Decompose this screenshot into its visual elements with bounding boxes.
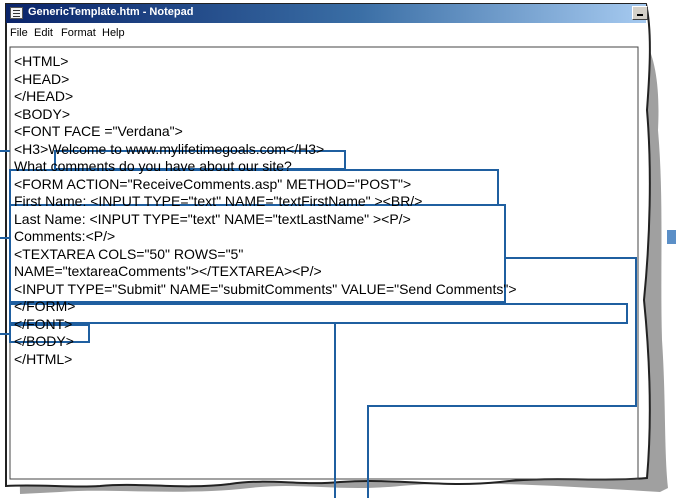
code-line: </BODY>: [14, 333, 74, 349]
window-titlebar[interactable]: GenericTemplate.htm - Notepad: [6, 4, 648, 23]
code-line: <FONT FACE ="Verdana">: [14, 123, 183, 139]
code-line: </HTML>: [14, 350, 73, 367]
code-line: What comments do you have about our site…: [14, 158, 292, 174]
menu-file[interactable]: File: [10, 27, 28, 39]
menu-edit[interactable]: Edit: [34, 27, 53, 39]
code-line: Last Name: <INPUT TYPE="text" NAME="text…: [14, 210, 411, 227]
code-line: <BODY>: [14, 105, 71, 122]
code-line: <TEXTAREA COLS="50" ROWS="5": [14, 245, 244, 262]
notepad-icon: [10, 7, 23, 19]
code-line: <HTML>: [14, 53, 69, 69]
menu-format[interactable]: Format: [61, 27, 96, 39]
menu-help[interactable]: Help: [102, 27, 125, 39]
code-line: First Name: <INPUT TYPE="text" NAME="tex…: [14, 193, 423, 209]
code-line: </HEAD>: [14, 88, 74, 104]
window-title: GenericTemplate.htm - Notepad: [28, 6, 194, 18]
code-line: <INPUT TYPE="Submit" NAME="submitComment…: [14, 280, 517, 297]
code-line: </FORM>: [14, 298, 76, 314]
notepad-text-area[interactable]: <HTML> <HEAD> </HEAD> <BODY> <FONT FACE …: [14, 53, 639, 453]
code-line: <H3>Welcome to www.mylifetimegoals.com</…: [14, 140, 325, 157]
code-line: NAME="textareaComments"></TEXTAREA><P/>: [14, 263, 322, 279]
code-line: </FONT>: [14, 315, 73, 332]
code-line: <HEAD>: [14, 70, 70, 87]
code-line: Comments:<P/>: [14, 228, 116, 244]
minimize-button[interactable]: [632, 6, 648, 20]
menu-bar: File Edit Format Help: [6, 23, 642, 43]
code-line: <FORM ACTION="ReceiveComments.asp" METHO…: [14, 175, 412, 192]
callout-marker: [667, 230, 676, 244]
